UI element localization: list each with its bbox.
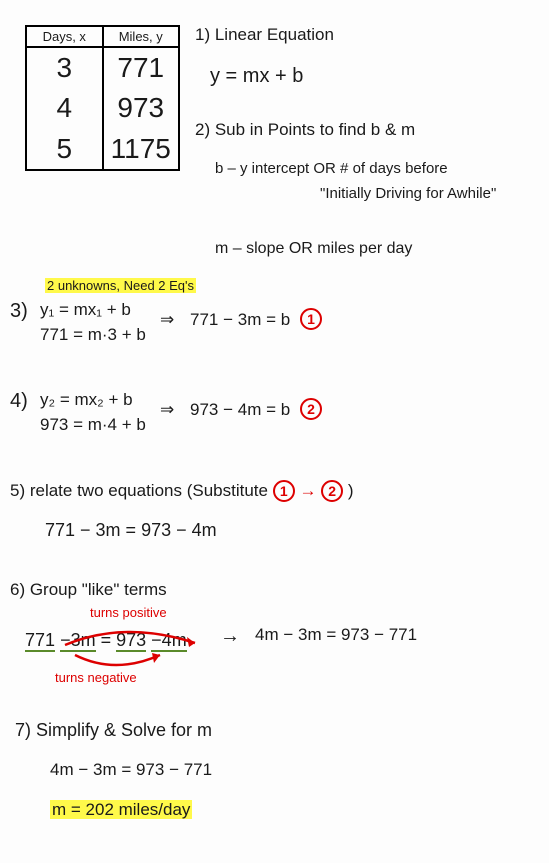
step3-result: 771 − 3m = b xyxy=(190,310,290,330)
step3-number: 3) xyxy=(10,300,28,323)
step4-number: 4) xyxy=(10,390,28,413)
circled-2-ref-icon: 2 xyxy=(321,480,343,502)
sub-arrow-icon: → xyxy=(299,481,316,500)
step3-eq1: y₁ = mx₁ + b xyxy=(40,300,131,320)
circled-2: 2 xyxy=(300,398,322,420)
handwritten-notes-page: Days, x Miles, y 3 771 4 973 5 1175 1) L… xyxy=(0,0,549,863)
step1-equation: y = mx + b xyxy=(210,65,303,88)
table-header-row: Days, x Miles, y xyxy=(27,27,178,48)
cell-x2: 4 xyxy=(27,88,104,128)
unknowns-note: 2 unknowns, Need 2 Eq's xyxy=(45,275,196,295)
step2-m-line: m – slope OR miles per day xyxy=(215,240,412,258)
step3-arrow: ⇒ xyxy=(160,310,174,330)
step7-answer: m = 202 miles/day xyxy=(50,800,192,820)
step5-line: 5) relate two equations (Substitute 1 → … xyxy=(10,480,354,502)
step6-arrow: → xyxy=(220,625,240,648)
step1-title: 1) Linear Equation xyxy=(195,25,334,45)
eq-label-1-icon: 1 xyxy=(300,308,322,330)
table-row: 4 973 xyxy=(27,88,178,128)
eq-label-2-icon: 2 xyxy=(300,398,322,420)
step4-arrow: ⇒ xyxy=(160,400,174,420)
cell-y3: 1175 xyxy=(104,129,179,169)
table-row: 5 1175 xyxy=(27,129,178,169)
step5-close: ) xyxy=(348,481,354,500)
unknowns-note-text: 2 unknowns, Need 2 Eq's xyxy=(45,278,196,293)
final-answer: m = 202 miles/day xyxy=(50,800,192,819)
step5-title: 5) relate two equations (Substitute xyxy=(10,481,268,500)
step2-title: 2) Sub in Points to find b & m xyxy=(195,120,415,140)
data-table: Days, x Miles, y 3 771 4 973 5 1175 xyxy=(25,25,180,171)
step5-equation: 771 − 3m = 973 − 4m xyxy=(45,520,217,541)
cell-y1: 771 xyxy=(104,48,179,88)
step7-title: 7) Simplify & Solve for m xyxy=(15,720,212,741)
col-header-days: Days, x xyxy=(27,27,104,48)
step4-eq1: y₂ = mx₂ + b xyxy=(40,390,133,410)
col-header-miles: Miles, y xyxy=(104,27,179,48)
step4-eq2: 973 = m·4 + b xyxy=(40,415,146,435)
step6-title: 6) Group "like" terms xyxy=(10,580,167,600)
step4-result: 973 − 4m = b xyxy=(190,400,290,420)
step3-eq2: 771 = m·3 + b xyxy=(40,325,146,345)
turns-negative-note: turns negative xyxy=(55,670,137,685)
step6-right: 4m − 3m = 973 − 771 xyxy=(255,625,417,645)
cell-x1: 3 xyxy=(27,48,104,88)
step7-eq: 4m − 3m = 973 − 771 xyxy=(50,760,212,780)
step2-b-line2: "Initially Driving for Awhile" xyxy=(320,185,496,202)
circled-1: 1 xyxy=(300,308,322,330)
table-row: 3 771 xyxy=(27,48,178,88)
step2-b-line: b – y intercept OR # of days before xyxy=(215,160,448,177)
cell-y2: 973 xyxy=(104,88,179,128)
cell-x3: 5 xyxy=(27,129,104,169)
circled-1-ref-icon: 1 xyxy=(273,480,295,502)
swap-arrows-icon xyxy=(50,615,210,670)
